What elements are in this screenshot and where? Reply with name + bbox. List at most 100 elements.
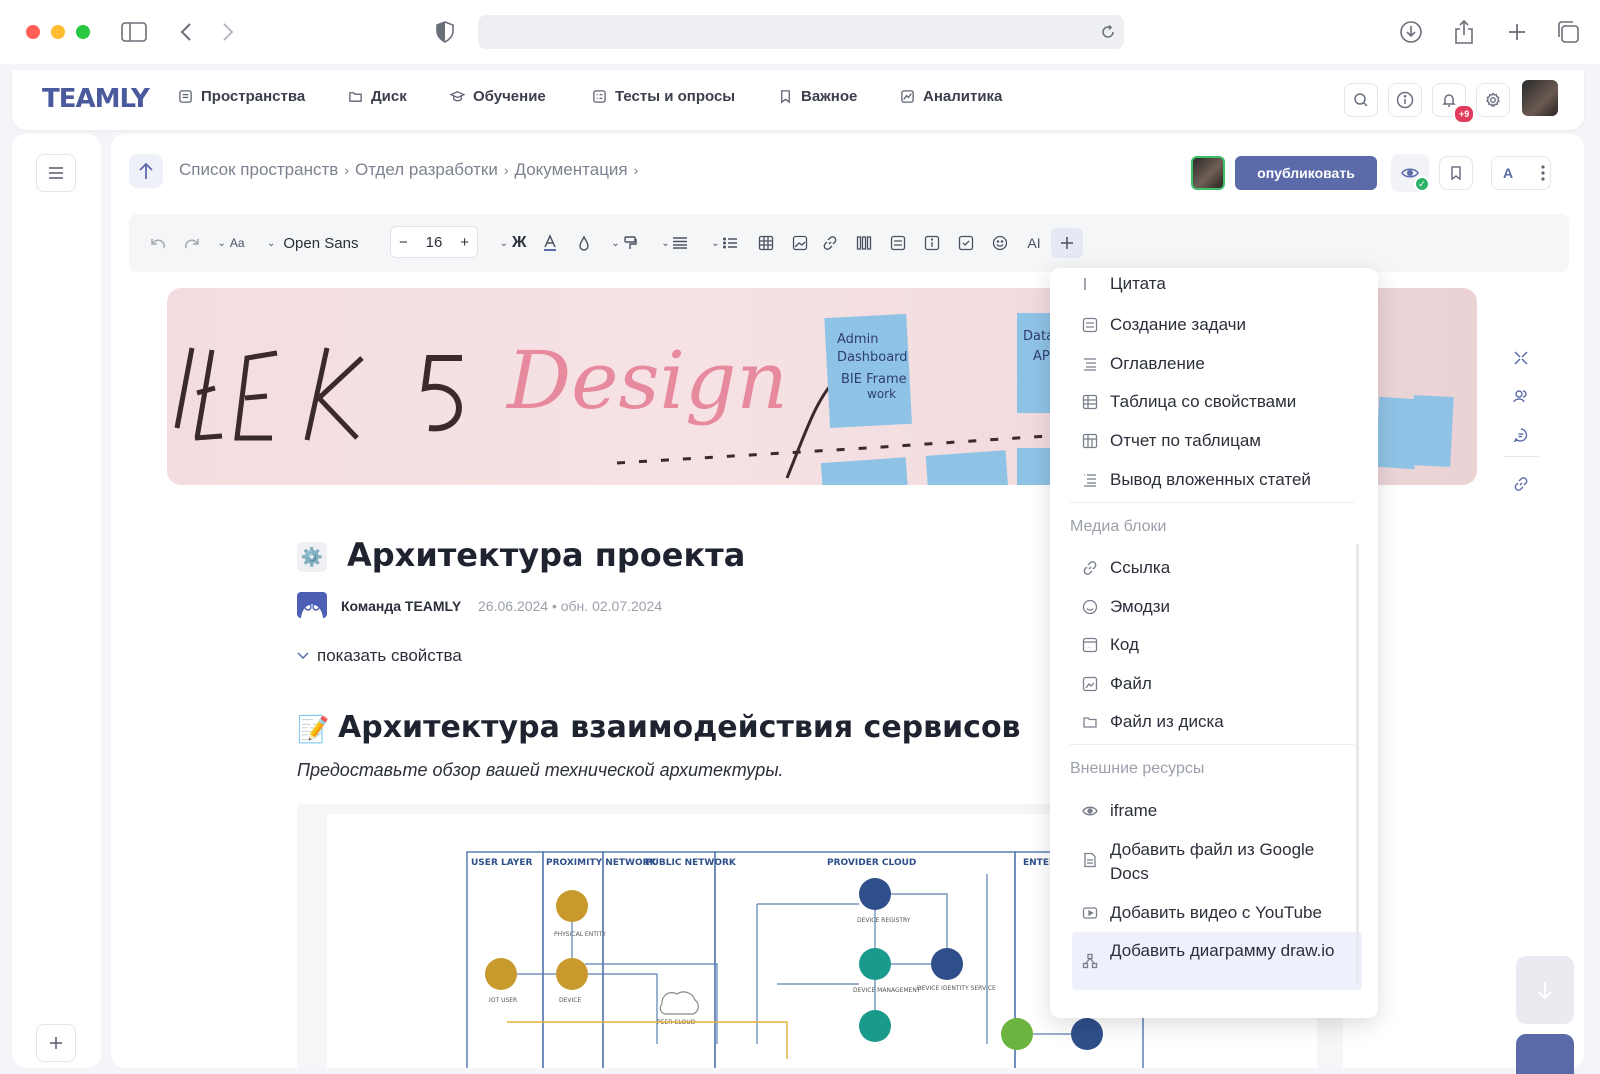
emoji-icon[interactable] bbox=[989, 232, 1011, 254]
menu-scrollbar[interactable] bbox=[1356, 544, 1359, 984]
tab-overview-icon[interactable] bbox=[1555, 19, 1581, 45]
collapse-icon[interactable] bbox=[1511, 348, 1531, 368]
info-block-icon[interactable] bbox=[921, 232, 943, 254]
close-window-button[interactable] bbox=[26, 25, 40, 39]
menu-item-table-report[interactable]: Отчет по таблицам bbox=[1072, 429, 1362, 453]
menu-item-create-task[interactable]: Создание задачи bbox=[1072, 313, 1362, 337]
user-avatar[interactable] bbox=[1522, 80, 1558, 116]
reload-icon[interactable] bbox=[1100, 24, 1116, 40]
text-color-icon[interactable] bbox=[539, 232, 561, 254]
image-icon[interactable] bbox=[789, 232, 811, 254]
search-button[interactable] bbox=[1344, 83, 1378, 117]
nav-important[interactable]: Важное bbox=[778, 88, 857, 105]
copy-link-icon[interactable] bbox=[1511, 474, 1531, 494]
columns-icon[interactable] bbox=[853, 232, 875, 254]
increase-size-icon[interactable]: + bbox=[460, 234, 469, 251]
menu-item-google-docs[interactable]: Добавить файл из Google Docs bbox=[1072, 838, 1362, 886]
teamly-logo[interactable]: TEAMLY bbox=[42, 84, 150, 114]
format-painter-icon[interactable]: ⌄ bbox=[607, 232, 641, 254]
address-bar[interactable] bbox=[478, 15, 1124, 49]
visibility-button[interactable]: ✓ bbox=[1391, 154, 1430, 192]
menu-item-youtube[interactable]: Добавить видео с YouTube bbox=[1072, 901, 1362, 925]
minimize-window-button[interactable] bbox=[51, 25, 65, 39]
menu-item-toc[interactable]: Оглавление bbox=[1072, 352, 1362, 376]
checkbox-icon[interactable] bbox=[955, 232, 977, 254]
new-tab-icon[interactable] bbox=[1505, 20, 1529, 44]
font-family-select[interactable]: ⌄ Open Sans bbox=[267, 232, 371, 254]
svg-text:BIE Frame: BIE Frame bbox=[841, 372, 907, 387]
nav-label: Обучение bbox=[473, 88, 546, 105]
privacy-shield-icon[interactable] bbox=[434, 20, 456, 44]
highlight-icon[interactable] bbox=[573, 232, 595, 254]
menu-item-emoji[interactable]: Эмодзи bbox=[1072, 595, 1362, 619]
title-emoji[interactable]: ⚙️ bbox=[297, 542, 327, 572]
nav-learning[interactable]: Обучение bbox=[450, 88, 546, 105]
breadcrumb-dev-dept[interactable]: Отдел разработки bbox=[355, 160, 498, 180]
insert-block-button[interactable] bbox=[1051, 228, 1083, 258]
ai-button[interactable]: AI bbox=[1023, 232, 1045, 254]
settings-button[interactable] bbox=[1476, 83, 1510, 117]
nav-disk[interactable]: Диск bbox=[348, 88, 407, 105]
undo-icon[interactable] bbox=[147, 232, 169, 254]
page-title[interactable]: Архитектура проекта bbox=[347, 536, 745, 574]
chevron-down-icon: ⌄ bbox=[499, 237, 508, 249]
nav-tests[interactable]: Тесты и опросы bbox=[592, 88, 735, 105]
menu-item-label: Добавить видео с YouTube bbox=[1110, 903, 1322, 922]
forward-icon[interactable] bbox=[218, 20, 238, 44]
publish-button[interactable]: опубликовать bbox=[1235, 156, 1377, 190]
breadcrumb-docs[interactable]: Документация bbox=[515, 160, 628, 180]
task-icon[interactable] bbox=[887, 232, 909, 254]
share-icon[interactable] bbox=[1452, 18, 1476, 46]
back-icon[interactable] bbox=[176, 20, 196, 44]
add-page-button[interactable] bbox=[36, 1024, 76, 1062]
collaborators-icon[interactable] bbox=[1511, 386, 1531, 406]
diagram-node-physical: PHYSICAL ENTITY bbox=[554, 931, 606, 938]
menu-toggle-button[interactable] bbox=[36, 154, 76, 192]
browser-toolbar bbox=[0, 0, 1600, 64]
more-options-icon[interactable] bbox=[1537, 164, 1549, 182]
show-properties-label: показать свойства bbox=[317, 646, 462, 665]
nav-analytics[interactable]: Аналитика bbox=[900, 88, 1002, 105]
section-heading[interactable]: Архитектура взаимодействия сервисов bbox=[338, 710, 1021, 745]
redo-icon[interactable] bbox=[181, 232, 203, 254]
link-icon[interactable] bbox=[819, 232, 841, 254]
menu-item-table-props[interactable]: Таблица со свойствами bbox=[1072, 390, 1362, 414]
chevron-down-icon bbox=[297, 652, 309, 660]
author-name[interactable]: Команда TEAMLY bbox=[341, 598, 461, 614]
insert-block-menu: Цитата Создание задачи Оглавление Таблиц… bbox=[1050, 268, 1378, 1018]
menu-item-iframe[interactable]: iframe bbox=[1072, 799, 1362, 823]
menu-item-disk-file[interactable]: Файл из диска bbox=[1072, 710, 1362, 734]
menu-item-quote[interactable]: Цитата bbox=[1072, 272, 1362, 296]
arrow-down-icon bbox=[1538, 982, 1552, 1000]
menu-item-nested-articles[interactable]: Вывод вложенных статей bbox=[1072, 468, 1362, 492]
list-icon[interactable]: ⌄ bbox=[707, 232, 741, 254]
show-properties-toggle[interactable]: показать свойства bbox=[297, 646, 462, 666]
menu-item-file[interactable]: Файл bbox=[1072, 672, 1362, 696]
decrease-size-icon[interactable]: − bbox=[399, 234, 408, 251]
table-icon[interactable] bbox=[755, 232, 777, 254]
sidebar-toggle-icon[interactable] bbox=[120, 20, 148, 44]
bold-button[interactable]: ⌄ Ж bbox=[495, 232, 531, 254]
floating-action-button[interactable] bbox=[1516, 1034, 1574, 1074]
text-style-dropdown[interactable]: ⌄ Aa bbox=[213, 232, 249, 254]
zoom-window-button[interactable] bbox=[76, 25, 90, 39]
editor-avatar[interactable] bbox=[1191, 156, 1225, 190]
align-icon[interactable]: ⌄ bbox=[657, 232, 691, 254]
info-button[interactable] bbox=[1388, 83, 1422, 117]
menu-item-code[interactable]: ··· Код bbox=[1072, 633, 1362, 657]
menu-item-link[interactable]: Ссылка bbox=[1072, 556, 1362, 580]
nav-label: Диск bbox=[371, 88, 407, 105]
menu-item-drawio[interactable]: Добавить диаграмму draw.io bbox=[1072, 932, 1362, 990]
notifications-button[interactable]: +9 bbox=[1432, 83, 1476, 124]
breadcrumb-spaces[interactable]: Список пространств bbox=[179, 160, 338, 180]
bookmark-button[interactable] bbox=[1439, 156, 1473, 190]
quote-icon bbox=[1084, 278, 1086, 290]
comments-icon[interactable] bbox=[1511, 425, 1531, 445]
font-size-stepper[interactable]: − 16 + bbox=[390, 226, 478, 258]
search-icon bbox=[1354, 93, 1368, 107]
section-subtitle[interactable]: Предоставьте обзор вашей технической арх… bbox=[297, 760, 784, 781]
download-icon[interactable] bbox=[1398, 19, 1424, 45]
scroll-down-button[interactable] bbox=[1516, 956, 1574, 1024]
up-level-button[interactable] bbox=[129, 154, 163, 188]
nav-spaces[interactable]: Пространства bbox=[178, 88, 305, 105]
